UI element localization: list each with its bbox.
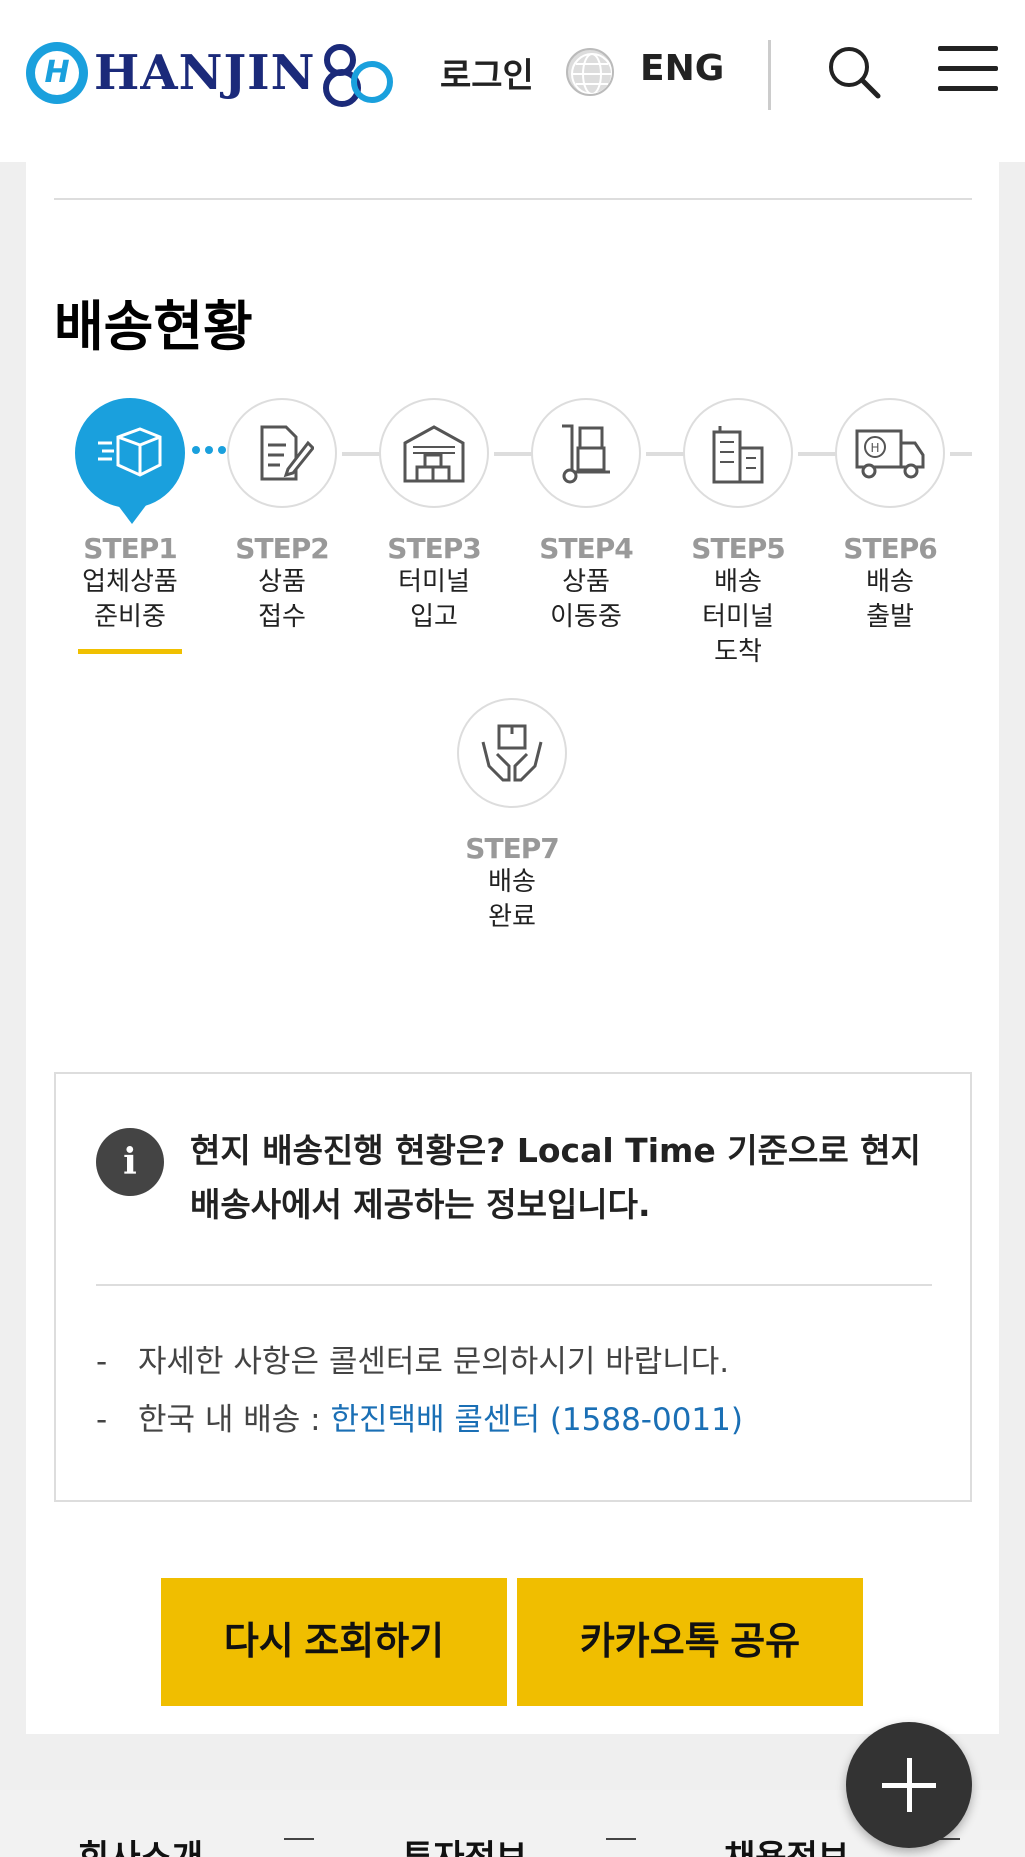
page-title: 배송현황 <box>54 295 253 358</box>
language-toggle[interactable]: ENG <box>640 48 724 89</box>
warehouse-icon <box>379 398 489 508</box>
document-pen-icon <box>227 398 337 508</box>
info-line-1: - 자세한 사항은 콜센터로 문의하시기 바랍니다. <box>96 1336 729 1381</box>
login-link[interactable]: 로그인 <box>440 48 534 97</box>
anniversary-80-icon <box>322 44 393 107</box>
globe-icon[interactable] <box>566 48 614 96</box>
step-desc: 배송 <box>488 867 536 897</box>
divider <box>96 1284 932 1286</box>
hand-truck-icon <box>531 398 641 508</box>
step-6: H STEP6 배송 출발 <box>830 398 950 635</box>
hands-package-icon <box>457 698 567 808</box>
step-desc: 업체상품 <box>82 567 178 597</box>
footer-link-careers[interactable]: 채용정보 <box>724 1830 849 1857</box>
retry-search-button[interactable]: 다시 조회하기 <box>161 1578 507 1706</box>
step-desc: 입고 <box>410 602 458 632</box>
step-desc: 출발 <box>866 602 914 632</box>
step-label: STEP4 <box>539 532 633 565</box>
progress-dots <box>192 446 226 454</box>
search-icon[interactable] <box>826 44 882 100</box>
step-label: STEP2 <box>235 532 329 565</box>
footer-link-investor[interactable]: 투자정보 <box>402 1830 527 1857</box>
step-desc: 상품 <box>258 567 306 597</box>
info-title: 현지 배송진행 현황은? Local Time 기준으로 현지 배송사에서 제공… <box>190 1131 921 1224</box>
step-4: STEP4 상품 이동중 <box>526 398 646 635</box>
info-icon: i <box>96 1128 164 1196</box>
delivery-truck-icon: H <box>835 398 945 508</box>
step-label: STEP3 <box>387 532 481 565</box>
info-notice-box: i 현지 배송진행 현황은? Local Time 기준으로 현지 배송사에서 … <box>54 1072 972 1502</box>
site-header: H HANJIN 로그인 ENG <box>0 0 1025 162</box>
plus-icon[interactable] <box>846 1722 972 1848</box>
step-7: STEP7 배송 완료 <box>452 698 572 935</box>
step-1: STEP1 업체상품 준비중 <box>70 398 190 654</box>
step-desc: 접수 <box>258 602 306 632</box>
package-icon <box>75 398 185 524</box>
logo-text: HANJIN <box>94 45 316 101</box>
step-desc: 이동중 <box>550 602 622 632</box>
delivery-status-card: 배송현황 STEP1 업체상품 준비중 STEP2 상품 접수 STEP3 터미… <box>26 162 999 1734</box>
step-desc: 완료 <box>488 902 536 932</box>
step-3: STEP3 터미널 입고 <box>374 398 494 635</box>
divider <box>54 198 972 200</box>
step-label: STEP6 <box>843 532 937 565</box>
step-desc: 터미널 <box>702 602 774 632</box>
step-desc: 준비중 <box>94 602 166 632</box>
bullet-dash: - <box>96 1402 108 1438</box>
menu-icon[interactable] <box>938 46 998 92</box>
bullet-dash: - <box>96 1344 108 1380</box>
step-label: STEP5 <box>691 532 785 565</box>
info-text: 자세한 사항은 콜센터로 문의하시기 바랍니다. <box>138 1344 730 1380</box>
hanjin-logo-icon: H <box>26 42 88 104</box>
footer-separator <box>284 1838 314 1840</box>
kakao-share-button[interactable]: 카카오톡 공유 <box>517 1578 863 1706</box>
hanjin-logo[interactable]: H HANJIN <box>26 38 394 108</box>
step-label: STEP1 <box>83 532 177 565</box>
step-desc: 터미널 <box>398 567 470 597</box>
active-step-underline <box>78 649 182 654</box>
footer-link-company[interactable]: 회사소개 <box>78 1830 203 1857</box>
info-line-2: - 한국 내 배송 : 한진택배 콜센터 (1588-0011) <box>96 1394 743 1439</box>
step-desc: 상품 <box>562 567 610 597</box>
call-center-link[interactable]: 한진택배 콜센터 (1588-0011) <box>330 1402 743 1438</box>
footer-separator <box>606 1838 636 1840</box>
step-desc: 도착 <box>714 637 762 667</box>
step-desc: 배송 <box>714 567 762 597</box>
step-2: STEP2 상품 접수 <box>222 398 342 635</box>
step-desc: 배송 <box>866 567 914 597</box>
building-icon <box>683 398 793 508</box>
step-connector <box>950 452 972 456</box>
step-label: STEP7 <box>465 832 559 865</box>
step-5: STEP5 배송 터미널 도착 <box>678 398 798 670</box>
info-text: 한국 내 배송 : <box>138 1402 331 1438</box>
svg-text:H: H <box>870 441 879 455</box>
header-divider <box>768 40 771 110</box>
